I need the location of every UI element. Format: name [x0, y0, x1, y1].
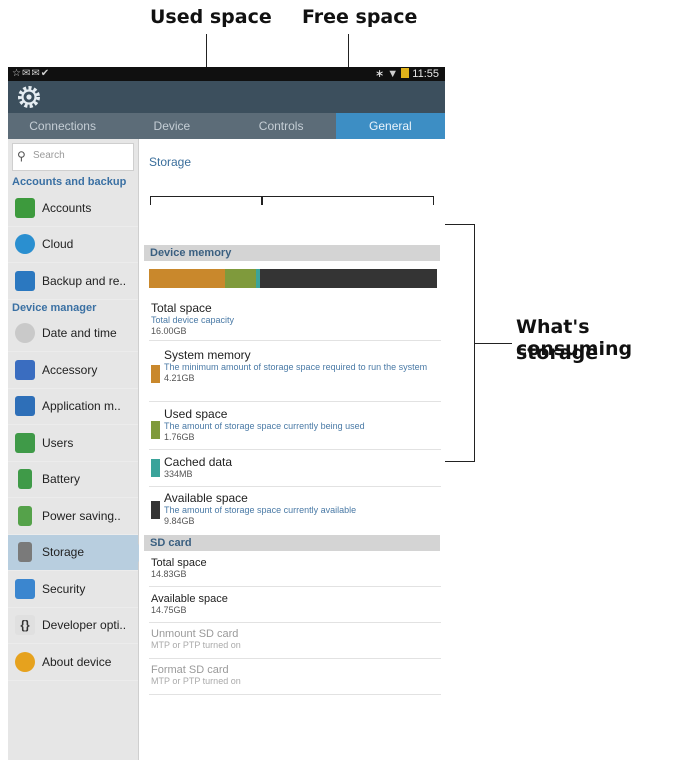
storage-usage-bar — [149, 269, 437, 288]
section-accounts-and-backup: Accounts and backup — [12, 176, 127, 188]
device-memory-header: Device memory — [144, 245, 440, 261]
sidebar-item-storage[interactable]: Storage — [8, 534, 147, 571]
info-icon — [15, 651, 35, 672]
bluetooth-icon: ∗ — [374, 68, 385, 80]
divider — [149, 658, 441, 659]
notification-icons: ☆✉✉✔ — [12, 68, 51, 79]
sidebar-item-security[interactable]: Security — [8, 571, 138, 608]
accessory-icon — [15, 359, 35, 380]
used-space-row: Used space The amount of storage space c… — [164, 407, 365, 442]
sidebar-item-about-device[interactable]: About device — [8, 644, 138, 681]
divider — [149, 401, 441, 402]
system-memory-row: System memory The minimum amount of stor… — [164, 348, 428, 383]
sidebar-item-cloud[interactable]: Cloud — [8, 227, 138, 263]
tab-controls[interactable]: Controls — [227, 113, 336, 139]
search-input[interactable]: ⚲ Search — [12, 143, 134, 171]
free-space-bracket — [262, 196, 434, 205]
power-saving-icon — [18, 505, 32, 526]
sidebar-item-date-and-time[interactable]: Date and time — [8, 316, 138, 352]
backup-icon — [15, 270, 35, 291]
divider — [149, 586, 441, 587]
sd-total-space-row: Total space 14.83GB — [151, 557, 207, 579]
battery-icon — [401, 68, 410, 78]
divider — [149, 622, 441, 623]
search-icon: ⚲ — [17, 149, 26, 163]
sd-card-header: SD card — [144, 535, 440, 551]
free-space-callout: Free space — [302, 6, 418, 28]
status-time: ∗ ▼ 11:55 — [374, 68, 439, 80]
used-space-bracket — [150, 196, 262, 205]
tab-connections[interactable]: Connections — [8, 113, 117, 139]
signal-icon: ▼ — [387, 68, 399, 80]
status-bar: ☆✉✉✔ ∗ ▼ 11:55 — [8, 67, 445, 81]
tablet-screen: ☆✉✉✔ ∗ ▼ 11:55 Connections Device Contro… — [8, 67, 445, 760]
sidebar: ⚲ Search Accounts and backup Accounts Cl… — [8, 139, 147, 760]
lock-icon — [15, 578, 35, 599]
bar-segment-used-space — [224, 269, 257, 288]
battery-icon — [18, 469, 32, 490]
cached-data-row: Cached data 334MB — [164, 455, 233, 479]
available-space-row: Available space The amount of storage sp… — [164, 491, 357, 526]
grid-icon — [15, 396, 35, 417]
sidebar-item-developer-options[interactable]: {} Developer opti.. — [8, 608, 138, 644]
bracket-pointer — [474, 343, 512, 344]
sidebar-item-backup[interactable]: Backup and re.. — [8, 263, 138, 300]
sd-available-space-row: Available space 14.75GB — [151, 593, 228, 615]
total-space-row: Total space Total device capacity 16.00G… — [151, 301, 235, 336]
sidebar-item-power-saving[interactable]: Power saving.. — [8, 498, 138, 535]
app-bar — [8, 81, 445, 113]
page-title: Storage — [149, 155, 192, 169]
sidebar-item-accessory[interactable]: Accessory — [8, 352, 138, 389]
divider — [149, 694, 441, 695]
tab-bar: Connections Device Controls General — [8, 113, 445, 139]
storage-panel: Storage Device memory Total space Total … — [139, 139, 445, 760]
unmount-sd-card-button[interactable]: Unmount SD card MTP or PTP turned on — [151, 628, 439, 651]
settings-gear-icon[interactable] — [16, 84, 42, 110]
divider — [149, 449, 441, 450]
sidebar-item-accounts[interactable]: Accounts — [8, 190, 138, 227]
cloud-icon — [15, 234, 35, 255]
tab-device[interactable]: Device — [117, 113, 226, 139]
bar-segment-system-memory — [149, 269, 225, 288]
braces-icon: {} — [15, 615, 35, 636]
divider — [149, 486, 441, 487]
sidebar-item-battery[interactable]: Battery — [8, 462, 138, 498]
sidebar-item-users[interactable]: Users — [8, 425, 138, 462]
bar-segment-available-space — [259, 269, 437, 288]
sd-card-icon — [18, 542, 32, 563]
key-icon — [15, 197, 35, 218]
format-sd-card-button[interactable]: Format SD card MTP or PTP turned on — [151, 664, 439, 687]
tab-general[interactable]: General — [335, 113, 445, 139]
search-placeholder: Search — [33, 150, 65, 161]
divider — [149, 340, 441, 341]
user-icon — [15, 432, 35, 453]
used-space-callout: Used space — [150, 6, 272, 28]
clock-icon — [15, 323, 35, 344]
sidebar-item-application-manager[interactable]: Application m.. — [8, 389, 138, 425]
consuming-callout-line2: storage — [516, 342, 599, 364]
section-device-manager: Device manager — [12, 301, 97, 314]
